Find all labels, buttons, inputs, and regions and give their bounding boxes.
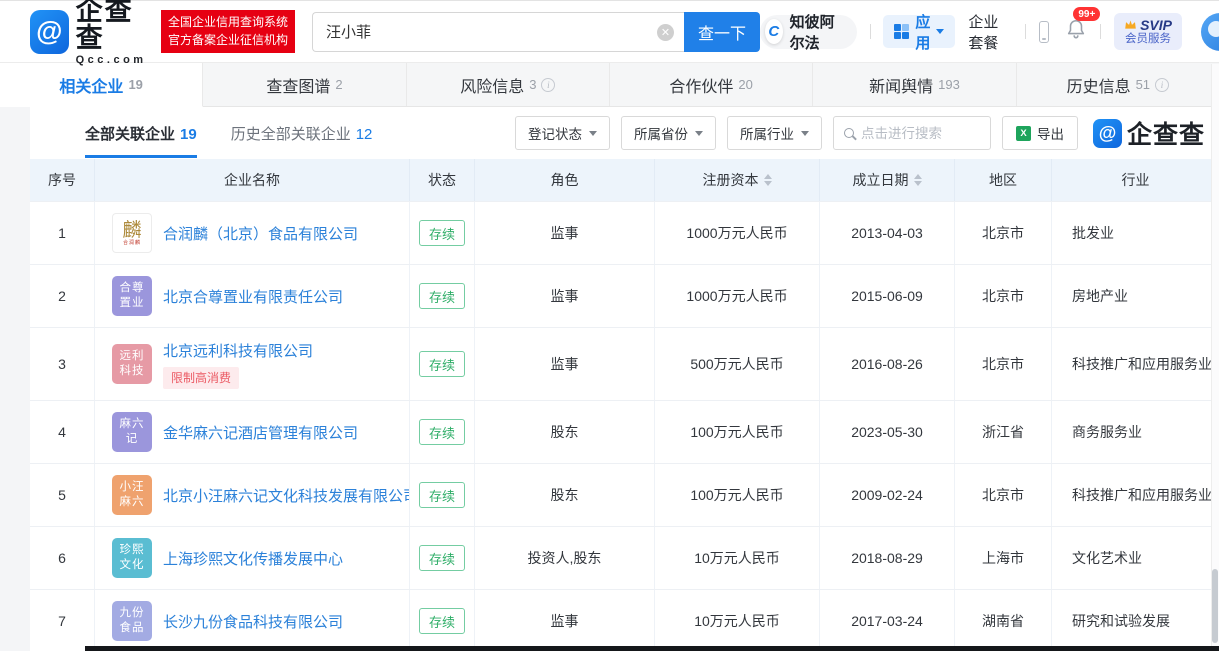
excel-icon: X <box>1015 125 1031 141</box>
company-logo: 珍熙 文化 <box>112 538 152 578</box>
info-icon[interactable]: i <box>541 77 556 92</box>
tab-partners[interactable]: 合作伙伴 20 <box>610 63 814 106</box>
company-link[interactable]: 北京合尊置业有限责任公司 <box>163 286 343 307</box>
col-header-no: 序号 <box>30 159 95 201</box>
search-bar: ✕ 查一下 <box>311 11 760 52</box>
table-header-row: 序号 企业名称 状态 角色 注册资本 成立日期 地区 行业 <box>30 159 1219 201</box>
notification-count-badge: 99+ <box>1073 7 1101 21</box>
sort-capital-icon[interactable] <box>763 174 772 186</box>
top-navbar: @ 企查查 Qcc.com 全国企业信用查询系统 官方备案企业征信机构 ✕ 查一… <box>0 0 1219 66</box>
col-header-role: 角色 <box>475 159 655 201</box>
apps-grid-icon <box>894 24 910 39</box>
company-link[interactable]: 金华麻六记酒店管理有限公司 <box>163 422 358 443</box>
status-badge: 存续 <box>418 608 465 634</box>
consumption-restriction-tag[interactable]: 限制高消费 <box>163 366 240 389</box>
company-link[interactable]: 上海珍熙文化传播发展中心 <box>163 548 343 569</box>
table-row: 4 麻六 记 金华麻六记酒店管理有限公司 存续 股东 100万元人民币 2023… <box>30 400 1219 463</box>
col-header-status: 状态 <box>410 159 475 201</box>
company-logo: 小汪 麻六 <box>112 475 152 515</box>
col-header-region: 地区 <box>955 159 1052 201</box>
brand-domain: Qcc.com <box>75 53 147 66</box>
scrollbar-thumb[interactable] <box>1212 569 1218 643</box>
qcc-logo[interactable]: @ 企查查 Qcc.com <box>30 0 152 66</box>
qcc-watermark: @ 企查查 <box>1092 115 1205 151</box>
user-avatar[interactable] <box>1200 12 1219 51</box>
status-badge: 存续 <box>418 351 465 377</box>
chevron-down-icon <box>800 130 809 136</box>
company-link[interactable]: 合润麟（北京）食品有限公司 <box>163 223 358 244</box>
table-row: 6 珍熙 文化 上海珍熙文化传播发展中心 存续 投资人,股东 10万元人民币 2… <box>30 526 1219 589</box>
sort-date-icon[interactable] <box>913 174 922 186</box>
brand-name: 企查查 <box>75 0 134 53</box>
bell-icon <box>1068 19 1085 39</box>
col-header-industry: 行业 <box>1121 172 1150 188</box>
divider <box>1024 24 1026 39</box>
list-search-box[interactable] <box>832 116 991 150</box>
status-badge: 存续 <box>418 545 465 571</box>
search-input[interactable] <box>311 11 684 52</box>
table-row: 2 合尊 置业 北京合尊置业有限责任公司 存续 监事 1000万元人民币 201… <box>30 264 1219 327</box>
svip-membership-button[interactable]: SVIP 会员服务 <box>1114 12 1182 51</box>
table-row: 3 远利 科技 北京远利科技有限公司 限制高消费 存续 监事 500万元人民币 … <box>30 327 1219 400</box>
zhibi-alpha-entry[interactable]: C 知彼阿尔法 <box>759 14 857 52</box>
tab-news[interactable]: 新闻舆情 193 <box>813 63 1017 106</box>
company-link[interactable]: 北京远利科技有限公司 <box>163 340 313 361</box>
company-logo: 九份 食品 <box>112 601 152 641</box>
col-header-date: 成立日期 <box>820 159 955 201</box>
enterprise-package-link[interactable]: 企业套餐 <box>968 11 1012 53</box>
apps-menu-button[interactable]: 应用 <box>883 14 956 52</box>
col-header-capital: 注册资本 <box>655 159 820 201</box>
divider <box>1100 24 1102 39</box>
company-logo: 远利 科技 <box>112 344 152 384</box>
subtab-all-related[interactable]: 全部关联企业 19 <box>85 108 197 158</box>
clear-search-icon[interactable]: ✕ <box>656 23 674 41</box>
col-header-name: 企业名称 <box>95 159 410 201</box>
company-logo: 麻六 记 <box>112 412 152 452</box>
filter-province[interactable]: 所属省份 <box>620 116 716 150</box>
table-row: 5 小汪 麻六 北京小汪麻六记文化科技发展有限公司 存续 股东 100万元人民币… <box>30 463 1219 526</box>
company-link[interactable]: 长沙九份食品科技有限公司 <box>163 611 343 632</box>
table-row: 7 九份 食品 长沙九份食品科技有限公司 存续 监事 10万元人民币 2017-… <box>30 589 1219 651</box>
vertical-scrollbar[interactable] <box>1211 64 1219 651</box>
company-logo: 麟 合润麟 <box>112 213 152 253</box>
tab-risk-info[interactable]: 风险信息 3 i <box>407 63 610 106</box>
section-tabbar: 相关企业 19 查查图谱 2 风险信息 3 i 合作伙伴 20 新闻舆情 193 历史信息… <box>0 63 1219 107</box>
chevron-down-icon <box>694 130 703 136</box>
status-badge: 存续 <box>418 419 465 445</box>
export-button[interactable]: X 导出 <box>1001 116 1078 150</box>
divider <box>869 24 871 39</box>
bottom-edge-bar <box>85 646 1219 651</box>
tab-graph[interactable]: 查查图谱 2 <box>203 63 407 106</box>
chevron-down-icon <box>936 29 945 34</box>
list-toolbar: 全部关联企业 19 历史全部关联企业 12 登记状态 所属省份 所属行业 X 导… <box>30 107 1219 159</box>
notifications-button[interactable]: 99+ <box>1065 7 1101 45</box>
company-logo: 合尊 置业 <box>112 276 152 316</box>
status-badge: 存续 <box>418 283 465 309</box>
mobile-app-icon[interactable] <box>1038 20 1050 43</box>
qcc-watermark-icon: @ <box>1092 118 1122 148</box>
info-icon[interactable]: i <box>1155 77 1170 92</box>
filter-registration-status[interactable]: 登记状态 <box>514 116 610 150</box>
related-companies-panel: 全部关联企业 19 历史全部关联企业 12 登记状态 所属省份 所属行业 X 导… <box>30 107 1219 651</box>
qcc-logo-icon: @ <box>30 9 69 54</box>
zhibi-alpha-icon: C <box>764 19 783 44</box>
tab-related-companies[interactable]: 相关企业 19 <box>0 63 204 107</box>
status-badge: 存续 <box>418 482 465 508</box>
company-link[interactable]: 北京小汪麻六记文化科技发展有限公司 <box>163 485 409 506</box>
filter-industry[interactable]: 所属行业 <box>726 116 822 150</box>
list-search-input[interactable] <box>860 125 980 141</box>
search-icon <box>843 128 854 138</box>
status-badge: 存续 <box>418 220 465 246</box>
tab-history-info[interactable]: 历史信息 51 i <box>1017 63 1219 106</box>
gov-certification-badge: 全国企业信用查询系统 官方备案企业征信机构 <box>160 10 295 53</box>
table-row: 1 麟 合润麟 合润麟（北京）食品有限公司 存续 监事 1000万元人民币 20… <box>30 201 1219 264</box>
crown-icon <box>1125 20 1136 29</box>
search-button[interactable]: 查一下 <box>683 11 760 52</box>
chevron-down-icon <box>588 130 597 136</box>
subtab-history-related[interactable]: 历史全部关联企业 12 <box>231 108 373 158</box>
